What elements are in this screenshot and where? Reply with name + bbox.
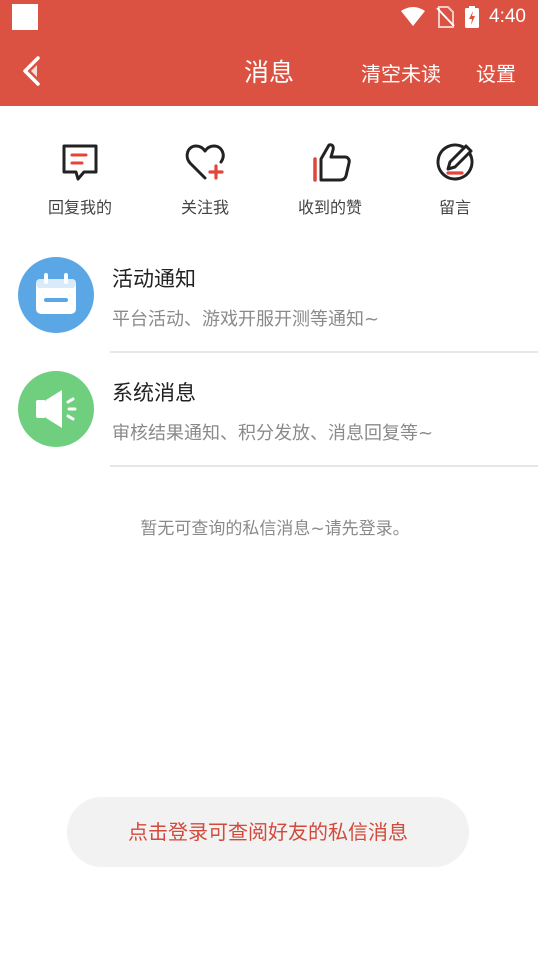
quick-action-label: 回复我的: [47, 198, 112, 217]
wifi-icon: [401, 7, 426, 26]
status-icons: 4:40: [401, 4, 526, 30]
clear-unread-button[interactable]: 清空未读: [361, 58, 441, 87]
empty-state-text: 暂无可查询的私信消息~请先登录。: [140, 519, 410, 539]
list-item-subtitle: 审核结果通知、积分发放、消息回复等~: [112, 423, 434, 444]
status-time: 4:40: [489, 6, 526, 27]
divider: [110, 465, 538, 467]
app-bar: 消息 清空未读 设置: [0, 33, 538, 106]
no-sim-icon: [436, 6, 455, 28]
list-item-title: 系统消息: [112, 381, 196, 405]
quick-actions: 回复我的 关注我 收到的赞 留言: [0, 140, 538, 230]
calendar-avatar: [18, 257, 94, 333]
quick-action-likes[interactable]: 收到的赞: [275, 140, 385, 218]
divider: [110, 351, 538, 353]
list-item-title: 活动通知: [112, 267, 196, 291]
status-bar: 4:40: [0, 0, 538, 33]
quick-action-replies[interactable]: 回复我的: [25, 140, 135, 218]
list-item-activity[interactable]: 活动通知 平台活动、游戏开服开测等通知~: [0, 243, 538, 355]
thumbs-up-icon: [313, 143, 351, 182]
notification-square-icon: [12, 4, 38, 30]
heart-plus-icon: [185, 144, 225, 180]
list-item-system[interactable]: 系统消息 审核结果通知、积分发放、消息回复等~: [0, 357, 538, 469]
quick-action-comments[interactable]: 留言: [400, 140, 510, 218]
speaker-icon: [36, 390, 77, 428]
quick-action-followers[interactable]: 关注我: [150, 140, 260, 218]
settings-button[interactable]: 设置: [476, 58, 516, 87]
page-title: 消息: [243, 58, 294, 87]
list-item-subtitle: 平台活动、游戏开服开测等通知~: [112, 309, 380, 330]
chat-bubble-icon: [62, 144, 98, 181]
calendar-icon: [36, 273, 76, 314]
quick-action-label: 留言: [438, 198, 471, 217]
speaker-avatar: [18, 371, 94, 447]
login-button[interactable]: 点击登录可查阅好友的私信消息: [67, 797, 469, 867]
battery-charging-icon: [465, 6, 480, 28]
quick-action-label: 收到的赞: [297, 198, 362, 217]
edit-pen-icon: [436, 143, 474, 181]
quick-action-label: 关注我: [180, 198, 229, 217]
